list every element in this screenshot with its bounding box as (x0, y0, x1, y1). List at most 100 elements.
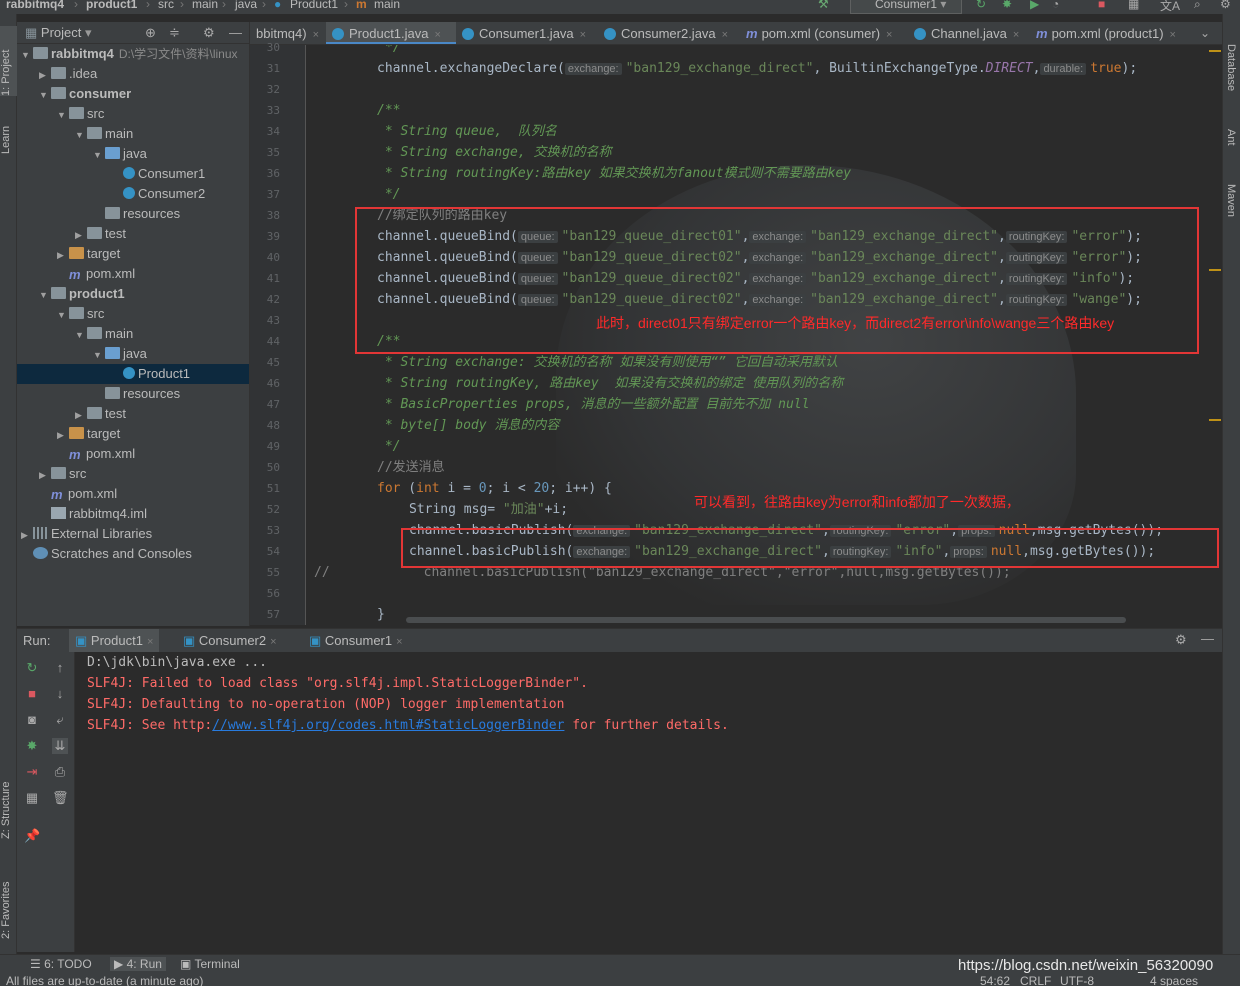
tree-item[interactable]: resources (17, 204, 249, 224)
todo-tool-button[interactable]: ☰ 6: TODO (30, 957, 92, 971)
scroll-marker[interactable] (1209, 50, 1221, 52)
exit-icon[interactable]: ⇥ (24, 764, 40, 780)
up-arrow-icon[interactable]: ↑ (52, 660, 68, 676)
caret-position[interactable]: 54:62 (980, 974, 1010, 986)
tree-item[interactable]: Product1 (17, 364, 249, 384)
tab-list-icon[interactable]: ⌄ (1200, 26, 1210, 40)
tree-item[interactable]: Consumer1 (17, 164, 249, 184)
editor-tab[interactable]: Consumer1.java × (456, 22, 598, 44)
close-tab-icon[interactable]: × (1013, 29, 1019, 41)
breadcrumb-method[interactable]: main (374, 0, 400, 11)
run-config-select[interactable]: Consumer1 ▾ (850, 0, 962, 14)
close-tab-icon[interactable]: × (147, 636, 153, 648)
hide-icon[interactable]: — (1201, 631, 1214, 646)
favorites-tool-window-button[interactable]: 2: Favorites (0, 859, 17, 939)
editor-tab[interactable]: Consumer2.java × (598, 22, 740, 44)
close-tab-icon[interactable]: × (886, 29, 892, 41)
breadcrumb-main[interactable]: main (192, 0, 218, 11)
down-arrow-icon[interactable]: ↓ (52, 686, 68, 702)
collapse-all-icon[interactable]: ≑ (169, 22, 180, 44)
run-tool-button[interactable]: ▶ 4: Run (110, 957, 166, 971)
editor-tab[interactable]: m pom.xml (consumer) × (740, 22, 908, 44)
close-tab-icon[interactable]: × (580, 29, 586, 41)
tree-item[interactable]: ▶ test (17, 404, 249, 424)
collapsed-arrow-icon[interactable]: ▶ (21, 525, 33, 544)
close-tab-icon[interactable]: × (396, 636, 402, 648)
coverage-icon[interactable]: ▶ (1030, 0, 1039, 11)
scroll-to-end-icon[interactable]: ⇊ (52, 738, 68, 754)
tree-item[interactable]: ▼ product1 (17, 284, 249, 304)
scroll-marker[interactable] (1209, 419, 1221, 421)
collapsed-arrow-icon[interactable]: ▶ (75, 225, 87, 244)
run-tab[interactable]: ▣ Consumer2 × (177, 629, 283, 653)
collapsed-arrow-icon[interactable]: ▶ (57, 245, 69, 264)
gear-icon[interactable]: ⚙ (1175, 632, 1187, 648)
tree-item[interactable]: ▶ test (17, 224, 249, 244)
console-link[interactable]: //www.slf4j.org/codes.html#StaticLoggerB… (212, 718, 564, 733)
expanded-arrow-icon[interactable]: ▼ (39, 285, 51, 304)
collapsed-arrow-icon[interactable]: ▶ (39, 465, 51, 484)
tree-item[interactable]: ▶ .idea (17, 64, 249, 84)
debug-icon[interactable]: ✸ (24, 738, 40, 754)
breadcrumb-java[interactable]: java (235, 0, 257, 11)
indent-setting[interactable]: 4 spaces (1150, 974, 1198, 986)
locate-icon[interactable]: ⊕ (145, 22, 156, 44)
layout-icon[interactable]: ▦ (24, 790, 40, 806)
project-tool-window-button[interactable]: 1: Project (0, 26, 17, 96)
horizontal-scrollbar[interactable] (406, 617, 1126, 623)
tree-item[interactable]: ▶ src (17, 464, 249, 484)
structure-tool-window-button[interactable]: Z: Structure (0, 759, 17, 839)
expanded-arrow-icon[interactable]: ▼ (93, 345, 105, 364)
hide-icon[interactable]: — (229, 22, 242, 44)
close-tab-icon[interactable]: × (313, 29, 319, 41)
breadcrumb-src[interactable]: src (158, 0, 174, 11)
run-tab[interactable]: ▣ Product1 × (69, 629, 160, 653)
expanded-arrow-icon[interactable]: ▼ (93, 145, 105, 164)
tree-item[interactable]: ▼ src (17, 104, 249, 124)
expanded-arrow-icon[interactable]: ▼ (21, 45, 33, 64)
settings-icon[interactable]: ⚙ (1220, 0, 1231, 11)
search-everywhere-icon[interactable]: ⌕ (1194, 0, 1201, 12)
expanded-arrow-icon[interactable]: ▼ (39, 85, 51, 104)
close-tab-icon[interactable]: × (270, 636, 276, 648)
editor-tab[interactable]: m pom.xml (product1) × (1030, 22, 1190, 44)
editor-tab[interactable]: Product1.java × (326, 22, 456, 44)
file-encoding[interactable]: UTF-8 (1060, 974, 1094, 986)
stop-icon[interactable]: ■ (24, 686, 40, 702)
translate-icon[interactable]: 文A (1160, 0, 1180, 14)
tree-item[interactable]: m pom.xml (17, 484, 249, 504)
code-editor[interactable]: */ channel.exchangeDeclare(exchange: "ban1… (306, 45, 1222, 625)
project-structure-icon[interactable]: ▦ (1128, 0, 1139, 11)
profiler-icon[interactable]: ◔ (1052, 0, 1059, 11)
project-view-selector[interactable]: Project (41, 25, 81, 40)
camera-icon[interactable]: ◙ (24, 712, 40, 728)
breadcrumb-project[interactable]: rabbitmq4 (6, 0, 64, 11)
soft-wrap-icon[interactable]: ⤶ (52, 712, 68, 728)
run-console[interactable]: D:\jdk\bin\java.exe ... SLF4J: Failed to… (75, 652, 1222, 952)
expanded-arrow-icon[interactable]: ▼ (57, 105, 69, 124)
breadcrumb-class[interactable]: Product1 (290, 0, 338, 11)
editor-tab[interactable]: Channel.java × (908, 22, 1030, 44)
learn-tool-window-button[interactable]: Learn (0, 114, 17, 154)
tree-item[interactable]: ▼ rabbitmq4 D:\学习文件\资料\linux (17, 44, 249, 64)
gear-icon[interactable]: ⚙ (203, 22, 215, 44)
expanded-arrow-icon[interactable]: ▼ (75, 325, 87, 344)
tree-item[interactable]: ▼ src (17, 304, 249, 324)
chevron-down-icon[interactable]: ▾ (85, 25, 92, 40)
tree-item[interactable]: m pom.xml (17, 444, 249, 464)
tree-item[interactable]: ▶ External Libraries (17, 524, 249, 544)
run-tab[interactable]: ▣ Consumer1 × (303, 629, 409, 653)
tree-item[interactable]: ▼ main (17, 124, 249, 144)
debug-icon[interactable]: ✸ (1002, 0, 1012, 11)
tree-item[interactable]: ▶ target (17, 424, 249, 444)
build-hammer-icon[interactable]: ⚒ (818, 0, 829, 11)
tree-item[interactable]: ▼ java (17, 144, 249, 164)
rerun-icon[interactable]: ↻ (976, 0, 986, 11)
close-tab-icon[interactable]: × (722, 29, 728, 41)
collapsed-arrow-icon[interactable]: ▶ (57, 425, 69, 444)
tree-item[interactable]: resources (17, 384, 249, 404)
trash-icon[interactable]: 🗑 (52, 790, 69, 806)
close-tab-icon[interactable]: × (1170, 29, 1176, 41)
breadcrumb-module[interactable]: product1 (86, 0, 137, 11)
collapsed-arrow-icon[interactable]: ▶ (39, 65, 51, 84)
